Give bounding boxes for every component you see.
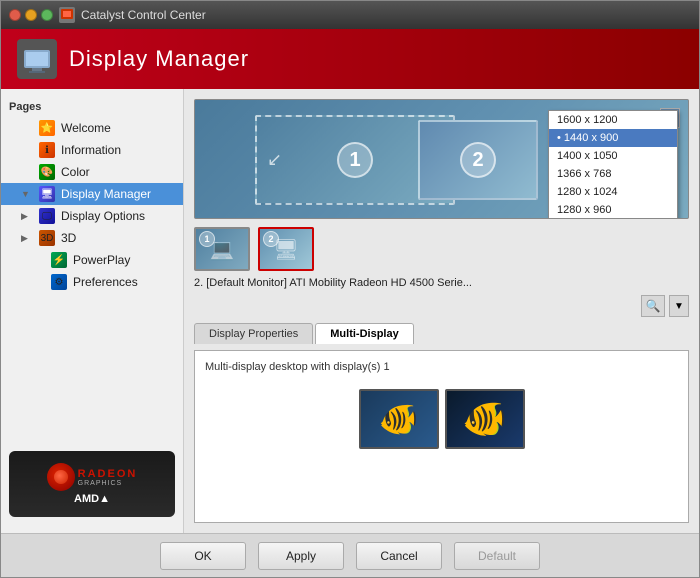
res-option-1280x960[interactable]: 1280 x 960 — [549, 201, 677, 219]
sidebar: Pages ⭐ Welcome ℹ Information — [1, 89, 184, 533]
prefs-icon: ⚙ — [51, 274, 67, 290]
display-thumbnail-2: 🐠 — [445, 389, 525, 449]
app-header: Display Manager — [1, 29, 699, 89]
bottom-bar: OK Apply Cancel Default — [1, 533, 699, 577]
main-area: Pages ⭐ Welcome ℹ Information — [1, 89, 699, 533]
titlebar: Catalyst Control Center — [1, 1, 699, 29]
res-option-1400[interactable]: 1400 x 1050 — [549, 147, 677, 165]
sidebar-label-3d: 3D — [61, 231, 76, 245]
content-area: 1 ↙ ↘ 2 ▼ 1600 x 1200 • 1440 x 900 1400 … — [184, 89, 699, 533]
header-icon — [17, 39, 57, 79]
monitor-thumb-1-number: 1 — [199, 231, 215, 247]
display-thumbnail-1: 🐠 — [359, 389, 439, 449]
minimize-button[interactable] — [25, 9, 37, 21]
sidebar-label-info: Information — [61, 143, 121, 157]
arrow-left-icon: ↙ — [267, 150, 282, 171]
tab-content-multi-display: Multi-display desktop with display(s) 1 … — [194, 350, 689, 523]
search-dropdown-button[interactable]: ▼ — [669, 295, 689, 317]
sidebar-item-display-manager[interactable]: ▼ 🖥 Display Manager — [1, 183, 183, 205]
radeon-logo: RADEON GRAPHICS AMD▲ — [9, 451, 175, 517]
resolution-dropdown[interactable]: 1600 x 1200 • 1440 x 900 1400 x 1050 136… — [548, 110, 678, 219]
tab-multi-display[interactable]: Multi-Display — [315, 323, 413, 344]
monitor-2-number: 2 — [460, 142, 496, 178]
monitor-thumb-2-number: 2 — [263, 231, 279, 247]
sidebar-label-powerplay: PowerPlay — [73, 253, 130, 267]
ok-button[interactable]: OK — [160, 542, 246, 570]
app-icon — [59, 7, 75, 23]
monitor-thumb-2[interactable]: 2 🖥 — [258, 227, 314, 271]
display-opt-icon: 🖵 — [39, 208, 55, 224]
expand-icon-3d: ▶ — [21, 233, 33, 244]
sidebar-item-preferences[interactable]: ⚙ Preferences — [1, 271, 183, 293]
monitor-thumbnail-row: 1 💻 2 🖥 — [194, 227, 689, 271]
res-option-1440[interactable]: • 1440 x 900 — [549, 129, 677, 147]
sidebar-item-powerplay[interactable]: ⚡ PowerPlay — [1, 249, 183, 271]
multi-display-text: Multi-display desktop with display(s) 1 — [205, 361, 678, 373]
tab-display-properties[interactable]: Display Properties — [194, 323, 313, 344]
maximize-button[interactable] — [41, 9, 53, 21]
monitor-thumb-1[interactable]: 1 💻 — [194, 227, 250, 271]
monitor-2-preview: 2 — [418, 120, 538, 200]
sidebar-inner: Pages ⭐ Welcome ℹ Information — [1, 97, 183, 525]
sidebar-label-display-manager: Display Manager — [61, 187, 151, 201]
info-icon: ℹ — [39, 142, 55, 158]
monitor-1-number: 1 — [337, 142, 373, 178]
expand-icon-display: ▼ — [21, 189, 33, 199]
tab-bar: Display Properties Multi-Display — [194, 323, 689, 344]
sidebar-label-color: Color — [61, 165, 90, 179]
sidebar-section: Pages — [1, 97, 183, 117]
search-button[interactable]: 🔍 — [641, 295, 665, 317]
res-option-1366[interactable]: 1366 x 768 — [549, 165, 677, 183]
fish-images-row: 🐠 🐠 — [205, 389, 678, 449]
sidebar-item-display-options[interactable]: ▶ 🖵 Display Options — [1, 205, 183, 227]
resolution-preview: 1 ↙ ↘ 2 ▼ 1600 x 1200 • 1440 x 900 1400 … — [194, 99, 689, 219]
fish-2-icon: 🐠 — [462, 398, 507, 440]
window-controls — [9, 9, 53, 21]
header-title: Display Manager — [69, 46, 249, 72]
color-icon: 🎨 — [39, 164, 55, 180]
sidebar-item-color[interactable]: 🎨 Color — [1, 161, 183, 183]
3d-icon: 3D — [39, 230, 55, 246]
apply-button[interactable]: Apply — [258, 542, 344, 570]
sidebar-item-3d[interactable]: ▶ 3D 3D — [1, 227, 183, 249]
amd-logo: AMD▲ — [74, 493, 110, 505]
powerplay-icon: ⚡ — [51, 252, 67, 268]
res-option-1280x1024[interactable]: 1280 x 1024 — [549, 183, 677, 201]
display-icon: 🖥 — [39, 186, 55, 202]
window-title: Catalyst Control Center — [81, 8, 691, 22]
welcome-icon: ⭐ — [39, 120, 55, 136]
cancel-button[interactable]: Cancel — [356, 542, 442, 570]
monitor-description: 2. [Default Monitor] ATI Mobility Radeon… — [194, 277, 689, 289]
res-option-1600[interactable]: 1600 x 1200 — [549, 111, 677, 129]
res-selected-dot: • — [557, 132, 564, 144]
default-button[interactable]: Default — [454, 542, 540, 570]
radeon-brand: RADEON — [78, 468, 138, 480]
fish-1-icon: 🐠 — [379, 400, 419, 438]
close-button[interactable] — [9, 9, 21, 21]
expand-icon-display-opt: ▶ — [21, 211, 33, 222]
radeon-sub: GRAPHICS — [78, 480, 138, 487]
sidebar-item-information[interactable]: ℹ Information — [1, 139, 183, 161]
sidebar-label-preferences: Preferences — [73, 275, 138, 289]
sidebar-label-welcome: Welcome — [61, 121, 111, 135]
search-row: 🔍 ▼ — [194, 295, 689, 317]
sidebar-tree: Pages ⭐ Welcome ℹ Information — [1, 97, 183, 451]
main-window: Catalyst Control Center Display Manager … — [0, 0, 700, 578]
sidebar-label-display-options: Display Options — [61, 209, 145, 223]
sidebar-item-welcome[interactable]: ⭐ Welcome — [1, 117, 183, 139]
